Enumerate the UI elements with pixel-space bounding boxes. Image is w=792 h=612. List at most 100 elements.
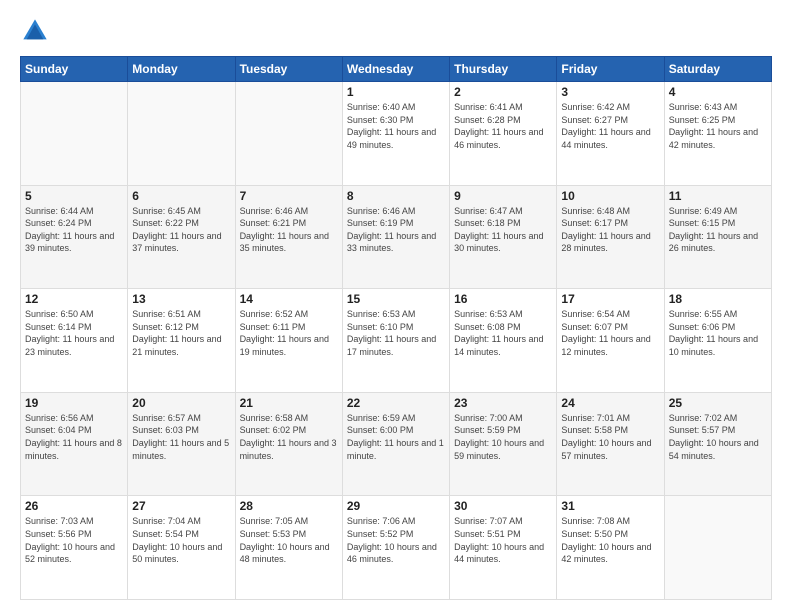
day-cell: 24 Sunrise: 7:01 AMSunset: 5:58 PMDayligh… bbox=[557, 392, 664, 496]
day-info: Sunrise: 6:53 AMSunset: 6:08 PMDaylight:… bbox=[454, 308, 552, 358]
day-number: 26 bbox=[25, 499, 123, 513]
day-number: 12 bbox=[25, 292, 123, 306]
day-cell: 31 Sunrise: 7:08 AMSunset: 5:50 PMDayligh… bbox=[557, 496, 664, 600]
day-info: Sunrise: 7:00 AMSunset: 5:59 PMDaylight:… bbox=[454, 412, 552, 462]
logo-icon bbox=[20, 16, 50, 46]
day-number: 6 bbox=[132, 189, 230, 203]
day-info: Sunrise: 6:56 AMSunset: 6:04 PMDaylight:… bbox=[25, 412, 123, 462]
day-number: 13 bbox=[132, 292, 230, 306]
day-number: 11 bbox=[669, 189, 767, 203]
day-cell: 13 Sunrise: 6:51 AMSunset: 6:12 PMDayligh… bbox=[128, 289, 235, 393]
day-number: 7 bbox=[240, 189, 338, 203]
day-number: 1 bbox=[347, 85, 445, 99]
weekday-monday: Monday bbox=[128, 57, 235, 82]
day-info: Sunrise: 7:02 AMSunset: 5:57 PMDaylight:… bbox=[669, 412, 767, 462]
day-info: Sunrise: 6:43 AMSunset: 6:25 PMDaylight:… bbox=[669, 101, 767, 151]
day-number: 28 bbox=[240, 499, 338, 513]
day-info: Sunrise: 6:54 AMSunset: 6:07 PMDaylight:… bbox=[561, 308, 659, 358]
logo bbox=[20, 16, 54, 46]
day-info: Sunrise: 6:42 AMSunset: 6:27 PMDaylight:… bbox=[561, 101, 659, 151]
week-row-1: 1 Sunrise: 6:40 AMSunset: 6:30 PMDaylight… bbox=[21, 82, 772, 186]
day-number: 15 bbox=[347, 292, 445, 306]
day-number: 10 bbox=[561, 189, 659, 203]
day-cell: 21 Sunrise: 6:58 AMSunset: 6:02 PMDayligh… bbox=[235, 392, 342, 496]
day-info: Sunrise: 6:53 AMSunset: 6:10 PMDaylight:… bbox=[347, 308, 445, 358]
day-cell: 8Sunrise: 6:46 AMSunset: 6:19 PMDaylight… bbox=[342, 185, 449, 289]
weekday-thursday: Thursday bbox=[450, 57, 557, 82]
day-cell: 15 Sunrise: 6:53 AMSunset: 6:10 PMDayligh… bbox=[342, 289, 449, 393]
day-cell: 19 Sunrise: 6:56 AMSunset: 6:04 PMDayligh… bbox=[21, 392, 128, 496]
day-cell: 4 Sunrise: 6:43 AMSunset: 6:25 PMDaylight… bbox=[664, 82, 771, 186]
day-info: Sunrise: 6:50 AMSunset: 6:14 PMDaylight:… bbox=[25, 308, 123, 358]
day-number: 14 bbox=[240, 292, 338, 306]
day-cell: 18Sunrise: 6:55 AMSunset: 6:06 PMDayligh… bbox=[664, 289, 771, 393]
weekday-tuesday: Tuesday bbox=[235, 57, 342, 82]
page: SundayMondayTuesdayWednesdayThursdayFrid… bbox=[0, 0, 792, 612]
day-info: Sunrise: 6:49 AMSunset: 6:15 PMDaylight:… bbox=[669, 205, 767, 255]
day-cell bbox=[664, 496, 771, 600]
day-info: Sunrise: 6:57 AMSunset: 6:03 PMDaylight:… bbox=[132, 412, 230, 462]
day-number: 24 bbox=[561, 396, 659, 410]
day-cell: 22 Sunrise: 6:59 AMSunset: 6:00 PMDayligh… bbox=[342, 392, 449, 496]
day-cell bbox=[21, 82, 128, 186]
day-info: Sunrise: 6:48 AMSunset: 6:17 PMDaylight:… bbox=[561, 205, 659, 255]
day-info: Sunrise: 7:07 AMSunset: 5:51 PMDaylight:… bbox=[454, 515, 552, 565]
day-info: Sunrise: 7:05 AMSunset: 5:53 PMDaylight:… bbox=[240, 515, 338, 565]
day-cell: 27 Sunrise: 7:04 AMSunset: 5:54 PMDayligh… bbox=[128, 496, 235, 600]
day-cell: 5Sunrise: 6:44 AMSunset: 6:24 PMDaylight… bbox=[21, 185, 128, 289]
day-cell: 14Sunrise: 6:52 AMSunset: 6:11 PMDayligh… bbox=[235, 289, 342, 393]
day-number: 17 bbox=[561, 292, 659, 306]
day-info: Sunrise: 6:45 AMSunset: 6:22 PMDaylight:… bbox=[132, 205, 230, 255]
day-cell: 7 Sunrise: 6:46 AMSunset: 6:21 PMDaylight… bbox=[235, 185, 342, 289]
day-cell: 30 Sunrise: 7:07 AMSunset: 5:51 PMDayligh… bbox=[450, 496, 557, 600]
day-info: Sunrise: 6:40 AMSunset: 6:30 PMDaylight:… bbox=[347, 101, 445, 151]
weekday-wednesday: Wednesday bbox=[342, 57, 449, 82]
day-info: Sunrise: 6:46 AMSunset: 6:19 PMDaylight:… bbox=[347, 205, 445, 255]
day-number: 30 bbox=[454, 499, 552, 513]
day-cell bbox=[128, 82, 235, 186]
day-number: 19 bbox=[25, 396, 123, 410]
day-number: 3 bbox=[561, 85, 659, 99]
day-cell: 12 Sunrise: 6:50 AMSunset: 6:14 PMDayligh… bbox=[21, 289, 128, 393]
week-row-5: 26 Sunrise: 7:03 AMSunset: 5:56 PMDayligh… bbox=[21, 496, 772, 600]
day-number: 25 bbox=[669, 396, 767, 410]
day-info: Sunrise: 6:58 AMSunset: 6:02 PMDaylight:… bbox=[240, 412, 338, 462]
day-number: 16 bbox=[454, 292, 552, 306]
day-number: 21 bbox=[240, 396, 338, 410]
day-info: Sunrise: 7:08 AMSunset: 5:50 PMDaylight:… bbox=[561, 515, 659, 565]
day-info: Sunrise: 7:04 AMSunset: 5:54 PMDaylight:… bbox=[132, 515, 230, 565]
weekday-header-row: SundayMondayTuesdayWednesdayThursdayFrid… bbox=[21, 57, 772, 82]
day-number: 27 bbox=[132, 499, 230, 513]
weekday-sunday: Sunday bbox=[21, 57, 128, 82]
day-info: Sunrise: 7:06 AMSunset: 5:52 PMDaylight:… bbox=[347, 515, 445, 565]
day-cell: 25 Sunrise: 7:02 AMSunset: 5:57 PMDayligh… bbox=[664, 392, 771, 496]
day-cell: 20 Sunrise: 6:57 AMSunset: 6:03 PMDayligh… bbox=[128, 392, 235, 496]
day-cell: 9Sunrise: 6:47 AMSunset: 6:18 PMDaylight… bbox=[450, 185, 557, 289]
day-info: Sunrise: 6:51 AMSunset: 6:12 PMDaylight:… bbox=[132, 308, 230, 358]
day-info: Sunrise: 6:46 AMSunset: 6:21 PMDaylight:… bbox=[240, 205, 338, 255]
day-number: 20 bbox=[132, 396, 230, 410]
day-cell: 28 Sunrise: 7:05 AMSunset: 5:53 PMDayligh… bbox=[235, 496, 342, 600]
day-number: 31 bbox=[561, 499, 659, 513]
day-info: Sunrise: 6:44 AMSunset: 6:24 PMDaylight:… bbox=[25, 205, 123, 255]
week-row-2: 5Sunrise: 6:44 AMSunset: 6:24 PMDaylight… bbox=[21, 185, 772, 289]
day-info: Sunrise: 7:01 AMSunset: 5:58 PMDaylight:… bbox=[561, 412, 659, 462]
day-info: Sunrise: 6:59 AMSunset: 6:00 PMDaylight:… bbox=[347, 412, 445, 462]
day-number: 22 bbox=[347, 396, 445, 410]
weekday-saturday: Saturday bbox=[664, 57, 771, 82]
day-info: Sunrise: 7:03 AMSunset: 5:56 PMDaylight:… bbox=[25, 515, 123, 565]
day-number: 2 bbox=[454, 85, 552, 99]
day-number: 4 bbox=[669, 85, 767, 99]
day-cell: 10 Sunrise: 6:48 AMSunset: 6:17 PMDayligh… bbox=[557, 185, 664, 289]
day-cell bbox=[235, 82, 342, 186]
day-number: 29 bbox=[347, 499, 445, 513]
day-cell: 23Sunrise: 7:00 AMSunset: 5:59 PMDayligh… bbox=[450, 392, 557, 496]
day-cell: 16 Sunrise: 6:53 AMSunset: 6:08 PMDayligh… bbox=[450, 289, 557, 393]
day-cell: 2Sunrise: 6:41 AMSunset: 6:28 PMDaylight… bbox=[450, 82, 557, 186]
calendar-table: SundayMondayTuesdayWednesdayThursdayFrid… bbox=[20, 56, 772, 600]
day-info: Sunrise: 6:47 AMSunset: 6:18 PMDaylight:… bbox=[454, 205, 552, 255]
day-cell: 1 Sunrise: 6:40 AMSunset: 6:30 PMDaylight… bbox=[342, 82, 449, 186]
day-cell: 26 Sunrise: 7:03 AMSunset: 5:56 PMDayligh… bbox=[21, 496, 128, 600]
day-cell: 29 Sunrise: 7:06 AMSunset: 5:52 PMDayligh… bbox=[342, 496, 449, 600]
week-row-3: 12 Sunrise: 6:50 AMSunset: 6:14 PMDayligh… bbox=[21, 289, 772, 393]
